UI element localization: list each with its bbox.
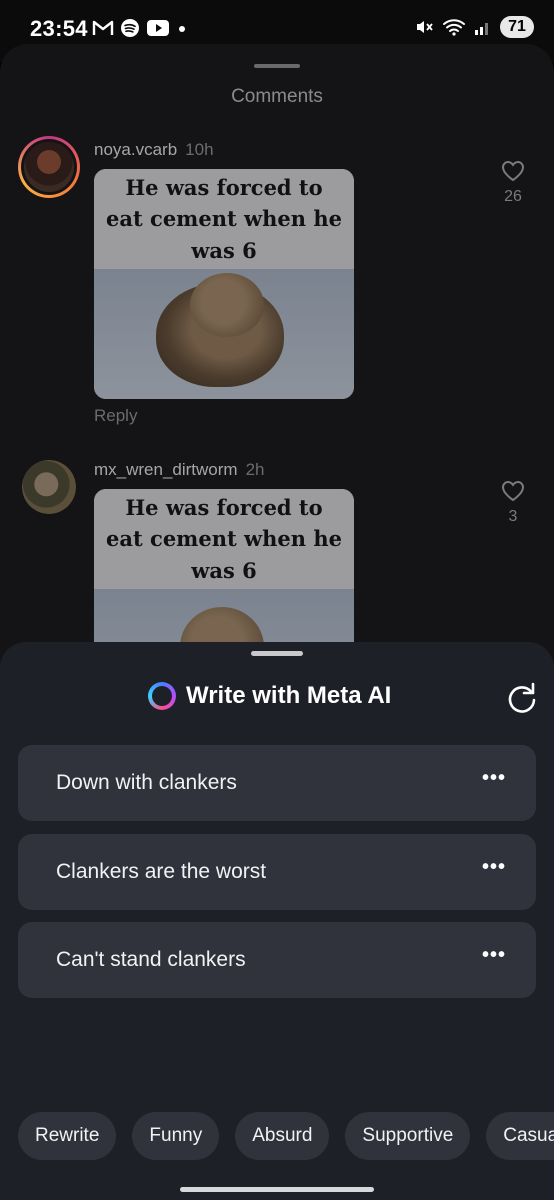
comment-time: 10h [185,140,214,159]
heart-icon [501,480,525,502]
more-options-icon[interactable]: ••• [482,857,506,877]
gmail-icon [92,20,114,35]
more-options-icon[interactable]: ••• [482,945,506,965]
status-right: 71 [414,16,534,38]
status-app-icons [92,18,188,38]
ai-sheet-drag-handle[interactable] [251,651,303,656]
home-indicator[interactable] [180,1187,374,1192]
mute-icon [417,21,433,33]
meta-ai-sheet: Write with Meta AI Down with clankers ••… [0,642,554,1200]
avatar[interactable] [18,136,80,198]
comment-header: mx_wren_dirtworm 2h [94,460,265,480]
heart-icon [501,160,525,182]
battery-indicator: 71 [500,16,534,38]
like-count: 3 [508,508,518,525]
comment-meme-image[interactable]: He was forced to eat cement when he was … [94,489,354,664]
chip-rewrite[interactable]: Rewrite [18,1112,117,1160]
spotify-icon [121,19,139,37]
more-options-icon[interactable]: ••• [482,768,506,788]
meme-caption: He was forced to eat cement when he was … [94,169,354,269]
meta-ai-logo-icon [148,682,176,710]
like-count: 26 [504,188,522,205]
ai-title-wrap: Write with Meta AI [148,682,391,710]
ai-header: Write with Meta AI [0,682,554,718]
suggestion-text: Can't stand clankers [56,948,246,971]
chip-casual[interactable]: Casual [486,1112,554,1160]
suggestion-text: Down with clankers [56,771,237,794]
comment-header: noya.vcarb 10h [94,140,214,160]
meme-photo [94,269,354,399]
status-time: 23:54 [30,16,88,41]
comment-username[interactable]: noya.vcarb [94,140,177,159]
suggestion-card[interactable]: Clankers are the worst ••• [18,834,536,910]
meme-caption: He was forced to eat cement when he was … [94,489,354,589]
wifi-icon [443,19,465,36]
like-button[interactable]: 26 [500,160,526,206]
avatar[interactable] [22,460,76,514]
suggestion-card[interactable]: Down with clankers ••• [18,745,536,821]
reply-button[interactable]: Reply [94,406,137,426]
like-button[interactable]: 3 [500,480,526,526]
comment-meme-image[interactable]: He was forced to eat cement when he was … [94,169,354,399]
comments-drag-handle[interactable] [254,64,300,68]
comments-title: Comments [231,86,323,107]
tone-chips: Rewrite Funny Absurd Supportive Casual [18,1112,554,1160]
suggestion-card[interactable]: Can't stand clankers ••• [18,922,536,998]
signal-icon [475,23,488,35]
comment-username[interactable]: mx_wren_dirtworm [94,460,238,479]
suggestion-text: Clankers are the worst [56,860,267,883]
chip-absurd[interactable]: Absurd [235,1112,330,1160]
chip-supportive[interactable]: Supportive [345,1112,471,1160]
refresh-icon[interactable] [504,680,540,716]
ai-title: Write with Meta AI [186,682,392,709]
comment-time: 2h [245,460,265,479]
chip-funny[interactable]: Funny [132,1112,220,1160]
dot-icon [179,26,185,32]
youtube-icon [147,20,169,36]
